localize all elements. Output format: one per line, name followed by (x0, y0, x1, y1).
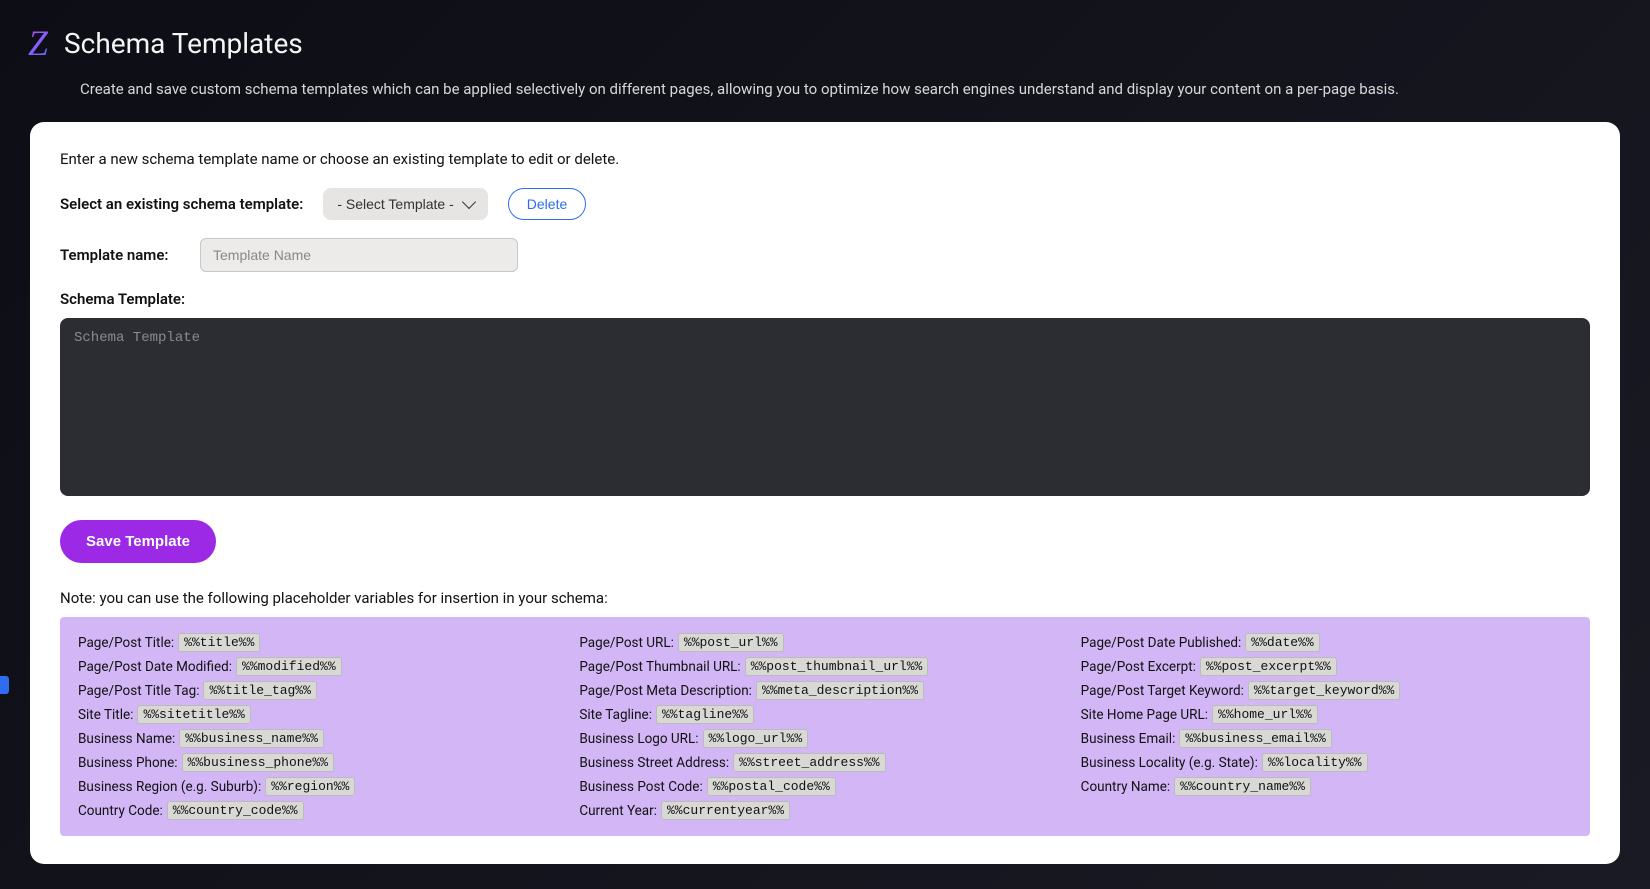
placeholder-code[interactable]: %%meta_description%% (756, 681, 924, 700)
save-template-button[interactable]: Save Template (60, 520, 216, 563)
placeholder-label: Business Phone: (78, 755, 178, 771)
chevron-down-icon (462, 195, 476, 209)
placeholder-code[interactable]: %%business_email%% (1179, 729, 1331, 748)
placeholder-label: Page/Post Target Keyword: (1081, 683, 1244, 699)
placeholder-code[interactable]: %%post_thumbnail_url%% (745, 657, 929, 676)
placeholder-item: Business Name: %%business_name%% (78, 729, 569, 748)
placeholder-item: Page/Post Date Modified: %%modified%% (78, 657, 569, 676)
template-name-input[interactable] (200, 238, 518, 272)
select-template-dropdown[interactable]: - Select Template - (323, 188, 487, 220)
template-name-label: Template name: (60, 246, 180, 264)
placeholder-code[interactable]: %%business_name%% (179, 729, 324, 748)
placeholder-label: Site Tagline: (579, 707, 652, 723)
placeholder-code[interactable]: %%logo_url%% (703, 729, 809, 748)
placeholder-label: Page/Post Excerpt: (1081, 659, 1196, 675)
placeholder-code[interactable]: %%post_url%% (678, 633, 784, 652)
placeholder-code[interactable]: %%home_url%% (1212, 705, 1318, 724)
placeholder-code[interactable]: %%region%% (265, 777, 355, 796)
page-subtitle: Create and save custom schema templates … (0, 74, 1650, 118)
placeholder-code[interactable]: %%currentyear%% (661, 801, 790, 820)
placeholder-label: Page/Post Thumbnail URL: (579, 659, 740, 675)
select-template-value: - Select Template - (337, 196, 453, 212)
placeholder-item: Page/Post Target Keyword: %%target_keywo… (1081, 681, 1572, 700)
placeholder-code[interactable]: %%tagline%% (656, 705, 754, 724)
left-accent-bar (0, 676, 9, 694)
placeholder-label: Business Name: (78, 731, 175, 747)
placeholder-label: Site Title: (78, 707, 133, 723)
placeholder-code[interactable]: %%title%% (178, 633, 260, 652)
delete-button[interactable]: Delete (508, 188, 586, 220)
placeholder-code[interactable]: %%title_tag%% (203, 681, 316, 700)
placeholder-item: Page/Post URL: %%post_url%% (579, 633, 1070, 652)
placeholder-code[interactable]: %%sitetitle%% (137, 705, 250, 724)
placeholder-label: Current Year: (579, 803, 657, 819)
schema-template-textarea[interactable] (60, 318, 1590, 496)
placeholder-label: Business Locality (e.g. State): (1081, 755, 1258, 771)
placeholder-item: Page/Post Thumbnail URL: %%post_thumbnai… (579, 657, 1070, 676)
placeholder-label: Business Logo URL: (579, 731, 698, 747)
select-template-label: Select an existing schema template: (60, 195, 303, 213)
placeholder-item: Current Year: %%currentyear%% (579, 801, 1070, 820)
page-title: Schema Templates (64, 27, 303, 60)
placeholder-code[interactable]: %%date%% (1245, 633, 1319, 652)
placeholder-label: Business Street Address: (579, 755, 729, 771)
placeholder-label: Business Email: (1081, 731, 1176, 747)
placeholder-item: Page/Post Excerpt: %%post_excerpt%% (1081, 657, 1572, 676)
placeholder-label: Page/Post URL: (579, 635, 674, 651)
placeholder-label: Page/Post Date Modified: (78, 659, 232, 675)
placeholder-variables-panel: Page/Post Title: %%title%% Page/Post URL:… (60, 617, 1590, 836)
placeholder-item: Country Name: %%country_name%% (1081, 777, 1572, 796)
placeholder-label: Country Name: (1081, 779, 1170, 795)
placeholder-item: Business Phone: %%business_phone%% (78, 753, 569, 772)
page-header: Z Schema Templates (0, 0, 1650, 74)
main-panel: Enter a new schema template name or choo… (30, 122, 1620, 864)
placeholder-code[interactable]: %%business_phone%% (182, 753, 334, 772)
placeholder-label: Site Home Page URL: (1081, 707, 1208, 723)
placeholder-item: Business Logo URL: %%logo_url%% (579, 729, 1070, 748)
template-name-row: Template name: (60, 238, 1590, 272)
placeholder-item (1081, 801, 1572, 820)
placeholder-item: Page/Post Meta Description: %%meta_descr… (579, 681, 1070, 700)
placeholder-item: Country Code: %%country_code%% (78, 801, 569, 820)
schema-template-label: Schema Template: (60, 290, 1590, 308)
placeholder-item: Site Tagline: %%tagline%% (579, 705, 1070, 724)
placeholder-note: Note: you can use the following placehol… (60, 589, 1590, 607)
placeholder-code[interactable]: %%country_code%% (167, 801, 304, 820)
placeholder-item: Site Title: %%sitetitle%% (78, 705, 569, 724)
select-template-row: Select an existing schema template: - Se… (60, 188, 1590, 220)
placeholder-label: Page/Post Date Published: (1081, 635, 1242, 651)
placeholder-label: Business Post Code: (579, 779, 702, 795)
placeholder-item: Business Post Code: %%postal_code%% (579, 777, 1070, 796)
placeholder-item: Business Region (e.g. Suburb): %%region%… (78, 777, 569, 796)
placeholder-item: Business Locality (e.g. State): %%locali… (1081, 753, 1572, 772)
logo-icon: Z (28, 22, 48, 64)
placeholder-label: Page/Post Title: (78, 635, 174, 651)
placeholder-item: Business Street Address: %%street_addres… (579, 753, 1070, 772)
placeholder-item: Business Email: %%business_email%% (1081, 729, 1572, 748)
placeholder-label: Business Region (e.g. Suburb): (78, 779, 261, 795)
placeholder-item: Site Home Page URL: %%home_url%% (1081, 705, 1572, 724)
placeholder-label: Page/Post Title Tag: (78, 683, 199, 699)
placeholder-code[interactable]: %%target_keyword%% (1248, 681, 1400, 700)
placeholder-code[interactable]: %%post_excerpt%% (1200, 657, 1337, 676)
placeholder-item: Page/Post Title Tag: %%title_tag%% (78, 681, 569, 700)
placeholder-code[interactable]: %%postal_code%% (707, 777, 836, 796)
placeholder-item: Page/Post Date Published: %%date%% (1081, 633, 1572, 652)
placeholder-code[interactable]: %%country_name%% (1174, 777, 1311, 796)
placeholder-label: Page/Post Meta Description: (579, 683, 752, 699)
placeholder-code[interactable]: %%locality%% (1262, 753, 1368, 772)
instruction-text: Enter a new schema template name or choo… (60, 150, 1590, 168)
placeholder-label: Country Code: (78, 803, 163, 819)
placeholder-code[interactable]: %%street_address%% (733, 753, 885, 772)
placeholder-item: Page/Post Title: %%title%% (78, 633, 569, 652)
placeholder-code[interactable]: %%modified%% (236, 657, 342, 676)
